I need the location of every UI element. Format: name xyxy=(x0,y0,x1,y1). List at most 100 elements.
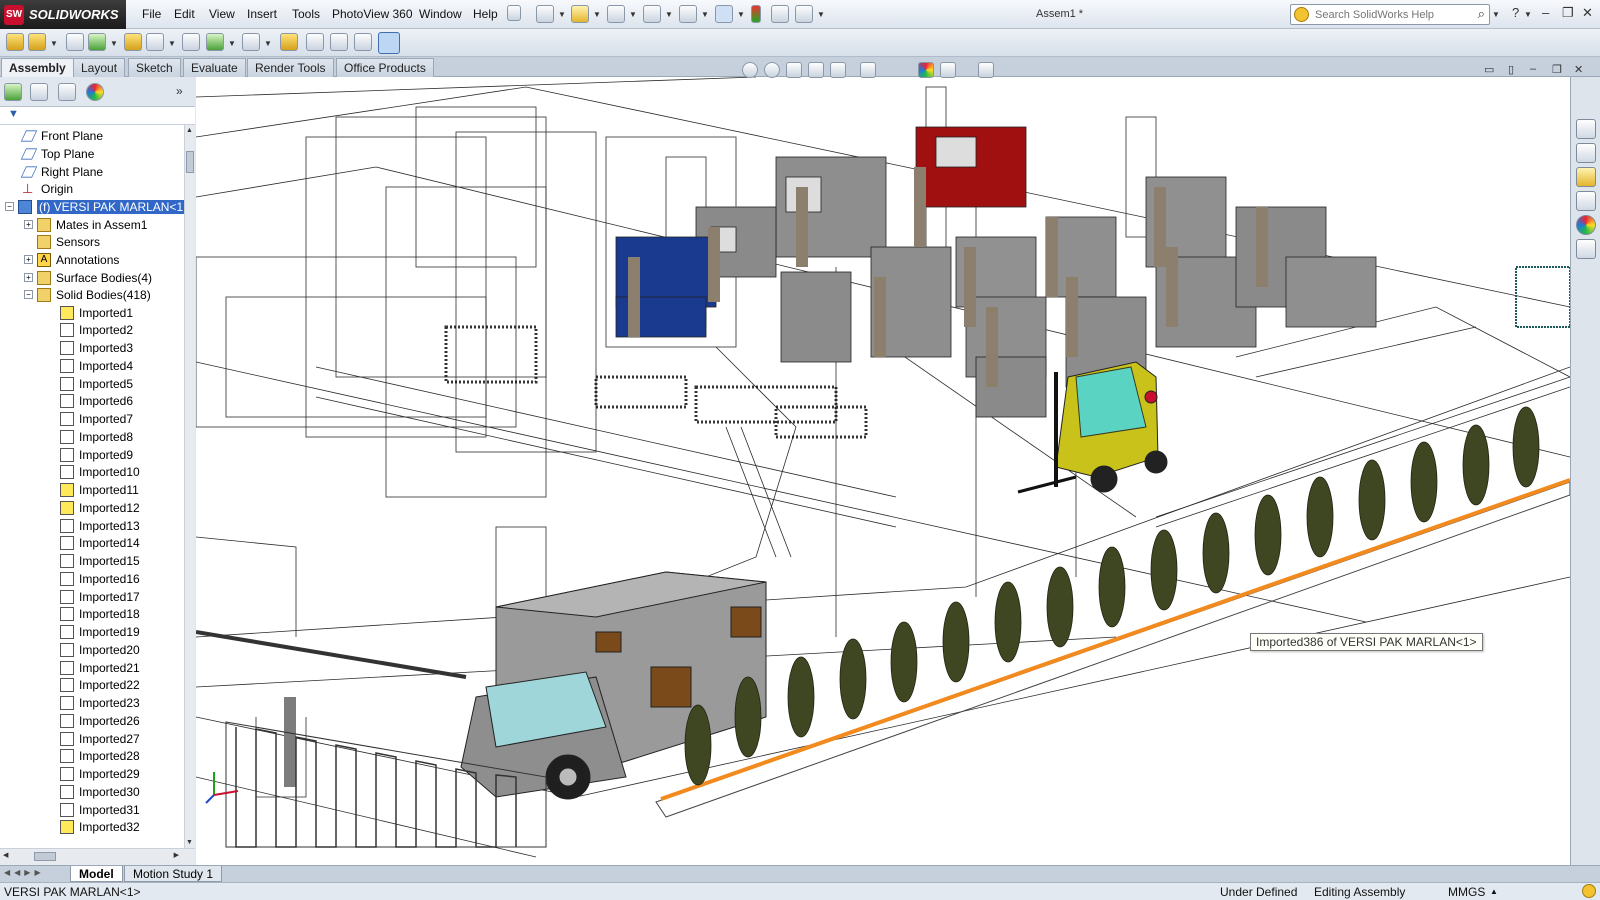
units-menu-icon[interactable]: ▲ xyxy=(1490,887,1498,896)
zoom-to-area-icon[interactable] xyxy=(764,62,780,78)
view-orientation-icon[interactable] xyxy=(830,62,846,78)
pattern-dropdown-icon[interactable]: ▼ xyxy=(110,39,118,48)
tree-item-solid-body[interactable]: Imported26 xyxy=(60,712,140,729)
insert-components-icon[interactable] xyxy=(6,33,24,51)
tree-item-solid-body[interactable]: Imported9 xyxy=(60,446,133,463)
expand-toggle[interactable]: + xyxy=(24,220,33,229)
reference-geometry-icon[interactable] xyxy=(242,33,260,51)
tree-item-solid-body[interactable]: Imported7 xyxy=(60,411,133,428)
move-dropdown-icon[interactable]: ▼ xyxy=(168,39,176,48)
file-explorer-icon[interactable] xyxy=(1576,167,1596,187)
help-dropdown-icon[interactable]: ▼ xyxy=(1524,10,1532,19)
reference-dropdown-icon[interactable]: ▼ xyxy=(264,39,272,48)
tree-item-sensors[interactable]: Sensors xyxy=(37,233,100,250)
tree-item-annotations[interactable]: + A Annotations xyxy=(24,251,119,268)
tree-item-solid-body[interactable]: Imported28 xyxy=(60,748,140,765)
search-input[interactable] xyxy=(1313,7,1463,22)
move-component-icon[interactable] xyxy=(146,33,164,51)
collapse-toggle[interactable]: − xyxy=(5,202,14,211)
menu-photoview[interactable]: PhotoView 360 xyxy=(332,7,413,21)
display-manager-tab-icon[interactable] xyxy=(86,83,104,101)
configuration-manager-tab-icon[interactable] xyxy=(58,83,76,101)
expand-toggle[interactable]: + xyxy=(24,273,33,282)
new-document-icon[interactable] xyxy=(536,5,554,23)
tree-item-solid-body[interactable]: Imported31 xyxy=(60,801,140,818)
tree-item-solid-bodies[interactable]: − Solid Bodies(418) xyxy=(24,286,151,303)
app-logo[interactable]: SW SOLIDWORKS xyxy=(0,0,126,29)
tree-item-solid-body[interactable]: Imported2 xyxy=(60,322,133,339)
custom-properties-icon[interactable] xyxy=(1576,239,1596,259)
scroll-thumb[interactable] xyxy=(186,151,194,173)
tree-item-solid-body[interactable]: Imported27 xyxy=(60,730,140,747)
help-icon[interactable]: ? xyxy=(1512,5,1519,20)
search-icon[interactable]: ⌕ xyxy=(1478,6,1485,22)
save-dropdown-icon[interactable]: ▼ xyxy=(629,10,637,19)
apply-scene-icon[interactable] xyxy=(940,62,956,78)
assembly-features-icon[interactable] xyxy=(206,33,224,51)
tree-item-solid-body[interactable]: Imported19 xyxy=(60,624,140,641)
print-icon[interactable] xyxy=(643,5,661,23)
section-view-icon[interactable] xyxy=(808,62,824,78)
tree-item-solid-body[interactable]: Imported32 xyxy=(60,819,140,836)
viewport-minimize-icon[interactable]: – xyxy=(1530,63,1536,75)
property-manager-tab-icon[interactable] xyxy=(30,83,48,101)
zoom-to-fit-icon[interactable] xyxy=(742,62,758,78)
menu-tools[interactable]: Tools xyxy=(292,7,320,21)
tree-item-solid-body[interactable]: Imported20 xyxy=(60,641,140,658)
new-dropdown-icon[interactable]: ▼ xyxy=(558,10,566,19)
expand-toggle[interactable]: + xyxy=(24,255,33,264)
tree-item-front-plane[interactable]: Front Plane xyxy=(20,127,103,144)
scroll-up-icon[interactable]: ▲ xyxy=(186,127,193,134)
tab-layout[interactable]: Layout xyxy=(73,58,126,77)
menu-window[interactable]: Window xyxy=(419,7,462,21)
tree-item-origin[interactable]: ⊥ Origin xyxy=(22,180,73,197)
tree-item-solid-body[interactable]: Imported18 xyxy=(60,606,140,623)
expand-panel-icon[interactable]: » xyxy=(176,84,183,98)
options-icon[interactable] xyxy=(795,5,813,23)
tree-item-assembly[interactable]: − (f) VERSI PAK MARLAN<1 xyxy=(5,198,184,215)
mate-dropdown-icon[interactable]: ▼ xyxy=(50,39,58,48)
tab-office-products[interactable]: Office Products xyxy=(336,58,434,77)
tab-sketch[interactable]: Sketch xyxy=(128,58,181,77)
tree-item-solid-body[interactable]: Imported15 xyxy=(60,553,140,570)
restore-window-icon[interactable]: ❐ xyxy=(1562,5,1574,21)
filter-icon[interactable]: ▼ xyxy=(8,108,19,120)
tree-item-solid-body[interactable]: Imported3 xyxy=(60,340,133,357)
menu-insert[interactable]: Insert xyxy=(247,7,277,21)
exploded-view-icon[interactable] xyxy=(330,33,348,51)
viewport-tile-horizontal-icon[interactable]: ▭ xyxy=(1484,63,1494,76)
linear-pattern-icon[interactable] xyxy=(88,33,106,51)
edit-appearance-icon[interactable] xyxy=(918,62,934,78)
tab-motion-study[interactable]: Motion Study 1 xyxy=(124,866,223,882)
appearances-scenes-icon[interactable] xyxy=(1576,215,1596,235)
tab-assembly[interactable]: Assembly xyxy=(1,58,74,78)
horizontal-scroll-thumb[interactable] xyxy=(34,852,56,861)
tree-item-solid-body[interactable]: Imported4 xyxy=(60,357,133,374)
tree-item-solid-body[interactable]: Imported11 xyxy=(60,482,139,499)
view-settings-icon[interactable] xyxy=(978,62,994,78)
menu-view[interactable]: View xyxy=(209,7,235,21)
tree-item-solid-body[interactable]: Imported13 xyxy=(60,517,140,534)
view-palette-icon[interactable] xyxy=(1576,191,1596,211)
tree-item-solid-body[interactable]: Imported1 xyxy=(60,304,133,321)
tree-item-solid-body[interactable]: Imported6 xyxy=(60,393,133,410)
tree-item-solid-body[interactable]: Imported23 xyxy=(60,695,140,712)
undo-icon[interactable] xyxy=(679,5,697,23)
open-dropdown-icon[interactable]: ▼ xyxy=(593,10,601,19)
display-style-icon[interactable] xyxy=(860,62,876,78)
tree-item-solid-body[interactable]: Imported10 xyxy=(60,464,140,481)
tree-item-solid-body[interactable]: Imported12 xyxy=(60,499,140,516)
status-units[interactable]: MMGS xyxy=(1448,885,1485,899)
show-hidden-components-icon[interactable] xyxy=(182,33,200,51)
minimize-window-icon[interactable]: – xyxy=(1542,5,1549,20)
smart-fasteners-icon[interactable] xyxy=(124,33,142,51)
tab-scroll-arrows-icon[interactable]: ◀◀▶▶ xyxy=(4,868,45,877)
design-library-icon[interactable] xyxy=(1576,143,1596,163)
rebuild-icon[interactable] xyxy=(751,5,761,23)
pin-icon[interactable] xyxy=(507,5,521,21)
tree-item-solid-body[interactable]: Imported16 xyxy=(60,570,140,587)
menu-help[interactable]: Help xyxy=(473,7,498,21)
tree-item-solid-body[interactable]: Imported14 xyxy=(60,535,140,552)
tree-item-solid-body[interactable]: Imported30 xyxy=(60,783,140,800)
feature-filter-bar[interactable]: ▼ xyxy=(0,107,195,125)
